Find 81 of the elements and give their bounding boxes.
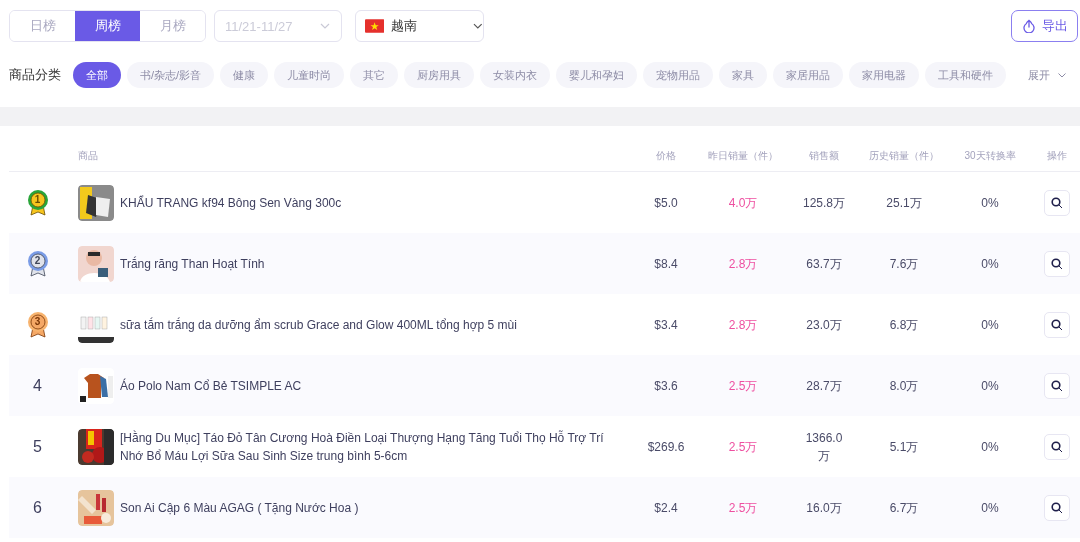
table-cell-text: 2.5万 — [728, 499, 758, 517]
search-button[interactable] — [1044, 311, 1070, 338]
table-cell-text: 2.8万 — [728, 316, 758, 334]
table-cell-text: 1366.0万 — [804, 429, 844, 465]
column-header: 历史销量（件） — [868, 148, 940, 163]
column-header: 30天转换率 — [963, 148, 1017, 163]
column-header: 操作 — [1046, 148, 1068, 163]
table-cell-text: 0% — [981, 377, 999, 395]
category-chip[interactable]: 工具和硬件 — [925, 62, 1007, 88]
category-chip[interactable]: 家用电器 — [849, 62, 920, 88]
search-button[interactable] — [1044, 189, 1070, 216]
table-cell-text: $5.0 — [654, 194, 678, 212]
product-name[interactable]: [Hằng Du Mục] Táo Đỏ Tân Cương Hoà Điền Loại Thượng Hạng Tăng Tuổi Thọ Hỗ Trợ Trí Nhớ Bổ Máu Lợi Sữa Sau Sinh Size trung bình 5-6cm — [120, 428, 630, 465]
table-cell-text: 0% — [981, 316, 999, 334]
search-icon — [1051, 501, 1063, 514]
chevron-down-icon — [1058, 72, 1066, 78]
category-chip[interactable]: 家居用品 — [773, 62, 844, 88]
table-cell-text: $2.4 — [654, 499, 678, 517]
product-name[interactable]: sữa tắm trắng da dưỡng ẩm scrub Grace and Glow 400ML tổng hợp 5 mùi — [120, 315, 527, 334]
expand-button[interactable]: 展开 — [1028, 67, 1066, 83]
table-cell-text: 6.7万 — [889, 499, 919, 517]
table-cell-text: 0% — [981, 438, 999, 456]
rank-number: 4 — [33, 376, 42, 395]
table-cell-text: 8.0万 — [889, 377, 919, 395]
table-cell-text: 6.8万 — [889, 316, 919, 334]
search-button[interactable] — [1044, 433, 1070, 460]
caret-icon — [320, 23, 330, 29]
table-cell-text: 4.0万 — [728, 194, 758, 212]
table-cell-text: 0% — [981, 499, 999, 517]
column-header: 商品 — [77, 148, 99, 163]
table-cell-text: 16.0万 — [806, 499, 842, 517]
rank-number: 5 — [33, 437, 42, 456]
search-button[interactable] — [1044, 372, 1070, 399]
category-chip[interactable]: 书/杂志/影音 — [127, 62, 215, 88]
search-icon — [1051, 318, 1063, 331]
table-cell-text: 2.5万 — [728, 377, 758, 395]
period-tab[interactable]: 周榜 — [75, 11, 140, 41]
export-button[interactable]: 导出 — [1011, 10, 1078, 42]
column-header: 销售额 — [808, 148, 840, 163]
product-name[interactable]: KHẨU TRANG kf94 Bông Sen Vàng 300c — [120, 193, 352, 212]
table-cell-text: 125.8万 — [803, 194, 845, 212]
table-cell-text: 7.6万 — [889, 255, 919, 273]
table-cell-text: $3.6 — [654, 377, 678, 395]
product-name[interactable]: Áo Polo Nam Cổ Bẻ TSIMPLE AC — [120, 376, 312, 395]
table-cell-text: $269.6 — [647, 438, 685, 456]
table-cell-text: 0% — [981, 194, 999, 212]
search-icon — [1051, 196, 1063, 209]
category-chip[interactable]: 健康 — [220, 62, 269, 88]
category-chip[interactable]: 厨房用具 — [404, 62, 475, 88]
search-icon — [1051, 440, 1063, 453]
category-chip[interactable]: 家具 — [719, 62, 768, 88]
search-icon — [1051, 379, 1063, 392]
product-name[interactable]: Son Ai Cập 6 Màu AGAG ( Tặng Nước Hoa ) — [120, 498, 369, 517]
table-cell-text: 63.7万 — [806, 255, 842, 273]
category-chip[interactable]: 婴儿和孕妇 — [556, 62, 638, 88]
search-icon — [1051, 257, 1063, 270]
category-chip[interactable]: 其它 — [350, 62, 399, 88]
category-chip[interactable]: 全部 — [73, 62, 121, 88]
table-cell-text: 5.1万 — [889, 438, 919, 456]
table-cell-text: 23.0万 — [806, 316, 842, 334]
caret-icon — [473, 23, 483, 29]
country-select[interactable]: 越南 — [355, 10, 484, 42]
flag-icon — [365, 19, 385, 33]
table-cell-text: 2.5万 — [728, 438, 758, 456]
product-name[interactable]: Trắng răng Than Hoạt Tính — [120, 254, 275, 273]
column-header: 昨日销量（件） — [707, 148, 779, 163]
table-cell-text: $8.4 — [654, 255, 678, 273]
table-cell-text: 0% — [981, 255, 999, 273]
rank-number: 6 — [33, 498, 42, 517]
table-cell-text: 28.7万 — [806, 377, 842, 395]
table-cell-text: 2.8万 — [728, 255, 758, 273]
category-chip[interactable]: 女装内衣 — [480, 62, 551, 88]
category-chip[interactable]: 宠物用品 — [643, 62, 714, 88]
filter-label: 商品分类 — [9, 66, 62, 84]
table-cell-text: $3.4 — [654, 316, 678, 334]
table-cell-text: 25.1万 — [886, 194, 922, 212]
column-header: 价格 — [655, 148, 677, 163]
search-button[interactable] — [1044, 250, 1070, 277]
search-button[interactable] — [1044, 494, 1070, 521]
category-chip[interactable]: 儿童时尚 — [274, 62, 345, 88]
upload-icon — [1021, 19, 1036, 33]
